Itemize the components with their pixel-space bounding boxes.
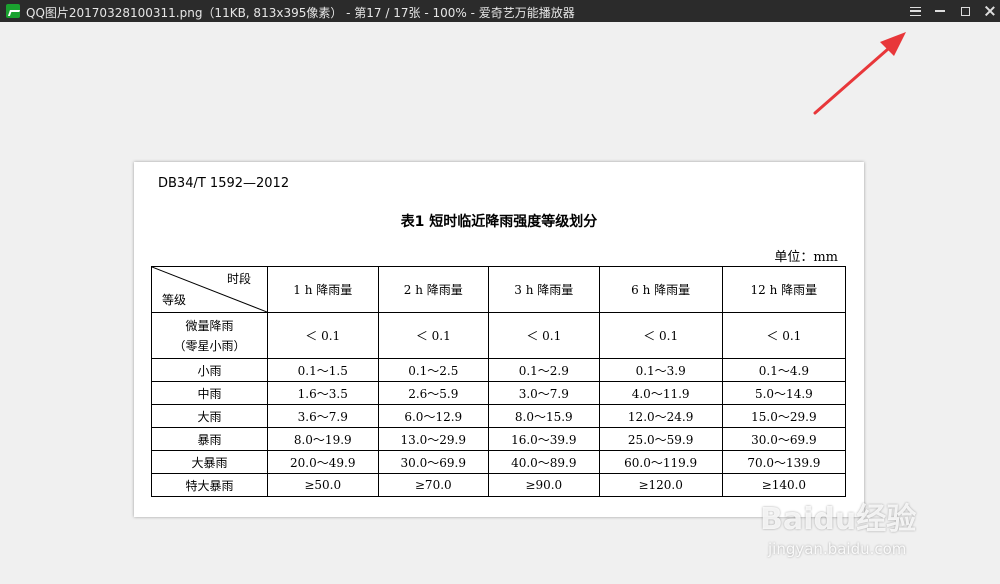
value-cell: ＜ 0.1	[598, 312, 723, 359]
value-cell: ＜ 0.1	[377, 312, 490, 359]
level-cell: 中雨	[151, 381, 268, 405]
level-cell: 微量降雨 （零星小雨）	[151, 312, 268, 359]
value-cell: ≥70.0	[377, 473, 490, 497]
level-cell: 特大暴雨	[151, 473, 268, 497]
value-cell: 40.0～89.9	[488, 450, 600, 474]
value-cell: ≥50.0	[267, 473, 379, 497]
value-cell: 30.0～69.9	[721, 427, 847, 451]
value-cell: 5.0～14.9	[721, 381, 847, 405]
value-cell: 12.0～24.9	[598, 404, 723, 428]
value-cell: ＜ 0.1	[488, 312, 600, 359]
level-label: 微量降雨	[185, 318, 234, 333]
value-cell: 0.1～1.5	[267, 358, 379, 382]
standard-code: DB34/T 1592—2012	[158, 176, 290, 191]
table-row: 特大暴雨 ≥50.0 ≥70.0 ≥90.0 ≥120.0 ≥140.0	[151, 473, 847, 497]
column-header: 3 h 降雨量	[488, 266, 600, 313]
level-cell: 大雨	[151, 404, 268, 428]
value-cell: 8.0～15.9	[488, 404, 600, 428]
value-cell: 0.1～2.9	[488, 358, 600, 382]
corner-top-label: 时段	[226, 272, 251, 286]
table-row: 微量降雨 （零星小雨） ＜ 0.1 ＜ 0.1 ＜ 0.1 ＜ 0.1 ＜ 0.…	[151, 312, 847, 359]
value-cell: 20.0～49.9	[267, 450, 379, 474]
value-cell: 0.1～3.9	[598, 358, 723, 382]
header-row: 时段 等级 1 h 降雨量 2 h 降雨量 3 h 降雨量 6 h 降雨量 12…	[151, 266, 847, 313]
unit-label: 单位：mm	[774, 250, 838, 265]
table-row: 大暴雨 20.0～49.9 30.0～69.9 40.0～89.9 60.0～1…	[151, 450, 847, 474]
value-cell: 3.6～7.9	[267, 404, 379, 428]
image-canvas: DB34/T 1592—2012 表1 短时临近降雨强度等级划分 单位：mm 时…	[134, 162, 864, 517]
value-cell: ≥90.0	[488, 473, 600, 497]
corner-bottom-label: 等级	[162, 293, 187, 307]
value-cell: 0.1～2.5	[377, 358, 490, 382]
watermark-url: jingyan.baidu.com	[768, 540, 907, 558]
value-cell: 16.0～39.9	[488, 427, 600, 451]
value-cell: 70.0～139.9	[721, 450, 847, 474]
table-row: 中雨 1.6～3.5 2.6～5.9 3.0～7.9 4.0～11.9 5.0～…	[151, 381, 847, 405]
value-cell: ≥120.0	[598, 473, 723, 497]
table-row: 暴雨 8.0～19.9 13.0～29.9 16.0～39.9 25.0～59.…	[151, 427, 847, 451]
value-cell: 60.0～119.9	[598, 450, 723, 474]
value-cell: 25.0～59.9	[598, 427, 723, 451]
column-header: 6 h 降雨量	[598, 266, 723, 313]
level-sublabel: （零星小雨）	[173, 338, 246, 353]
value-cell: 8.0～19.9	[267, 427, 379, 451]
value-cell: 0.1～4.9	[721, 358, 847, 382]
value-cell: ＜ 0.1	[721, 312, 847, 359]
value-cell: 6.0～12.9	[377, 404, 490, 428]
table-title: 表1 短时临近降雨强度等级划分	[400, 214, 598, 230]
level-cell: 大暴雨	[151, 450, 268, 474]
value-cell: 3.0～7.9	[488, 381, 600, 405]
annotation-arrow-icon	[813, 32, 906, 115]
column-header: 12 h 降雨量	[721, 266, 847, 313]
table-row: 小雨 0.1～1.5 0.1～2.5 0.1～2.9 0.1～3.9 0.1～4…	[151, 358, 847, 382]
value-cell: 13.0～29.9	[377, 427, 490, 451]
corner-cell: 时段 等级	[151, 266, 268, 313]
column-header: 1 h 降雨量	[267, 266, 379, 313]
level-cell: 暴雨	[151, 427, 268, 451]
value-cell: ＜ 0.1	[267, 312, 379, 359]
value-cell: 4.0～11.9	[598, 381, 723, 405]
level-cell: 小雨	[151, 358, 268, 382]
table-row: 大雨 3.6～7.9 6.0～12.9 8.0～15.9 12.0～24.9 1…	[151, 404, 847, 428]
rainfall-table: 时段 等级 1 h 降雨量 2 h 降雨量 3 h 降雨量 6 h 降雨量 12…	[151, 266, 847, 497]
value-cell: 2.6～5.9	[377, 381, 490, 405]
value-cell: 15.0～29.9	[721, 404, 847, 428]
column-header: 2 h 降雨量	[377, 266, 490, 313]
baidu-watermark: Baidu经验	[760, 502, 917, 537]
value-cell: 30.0～69.9	[377, 450, 490, 474]
value-cell: 1.6～3.5	[267, 381, 379, 405]
